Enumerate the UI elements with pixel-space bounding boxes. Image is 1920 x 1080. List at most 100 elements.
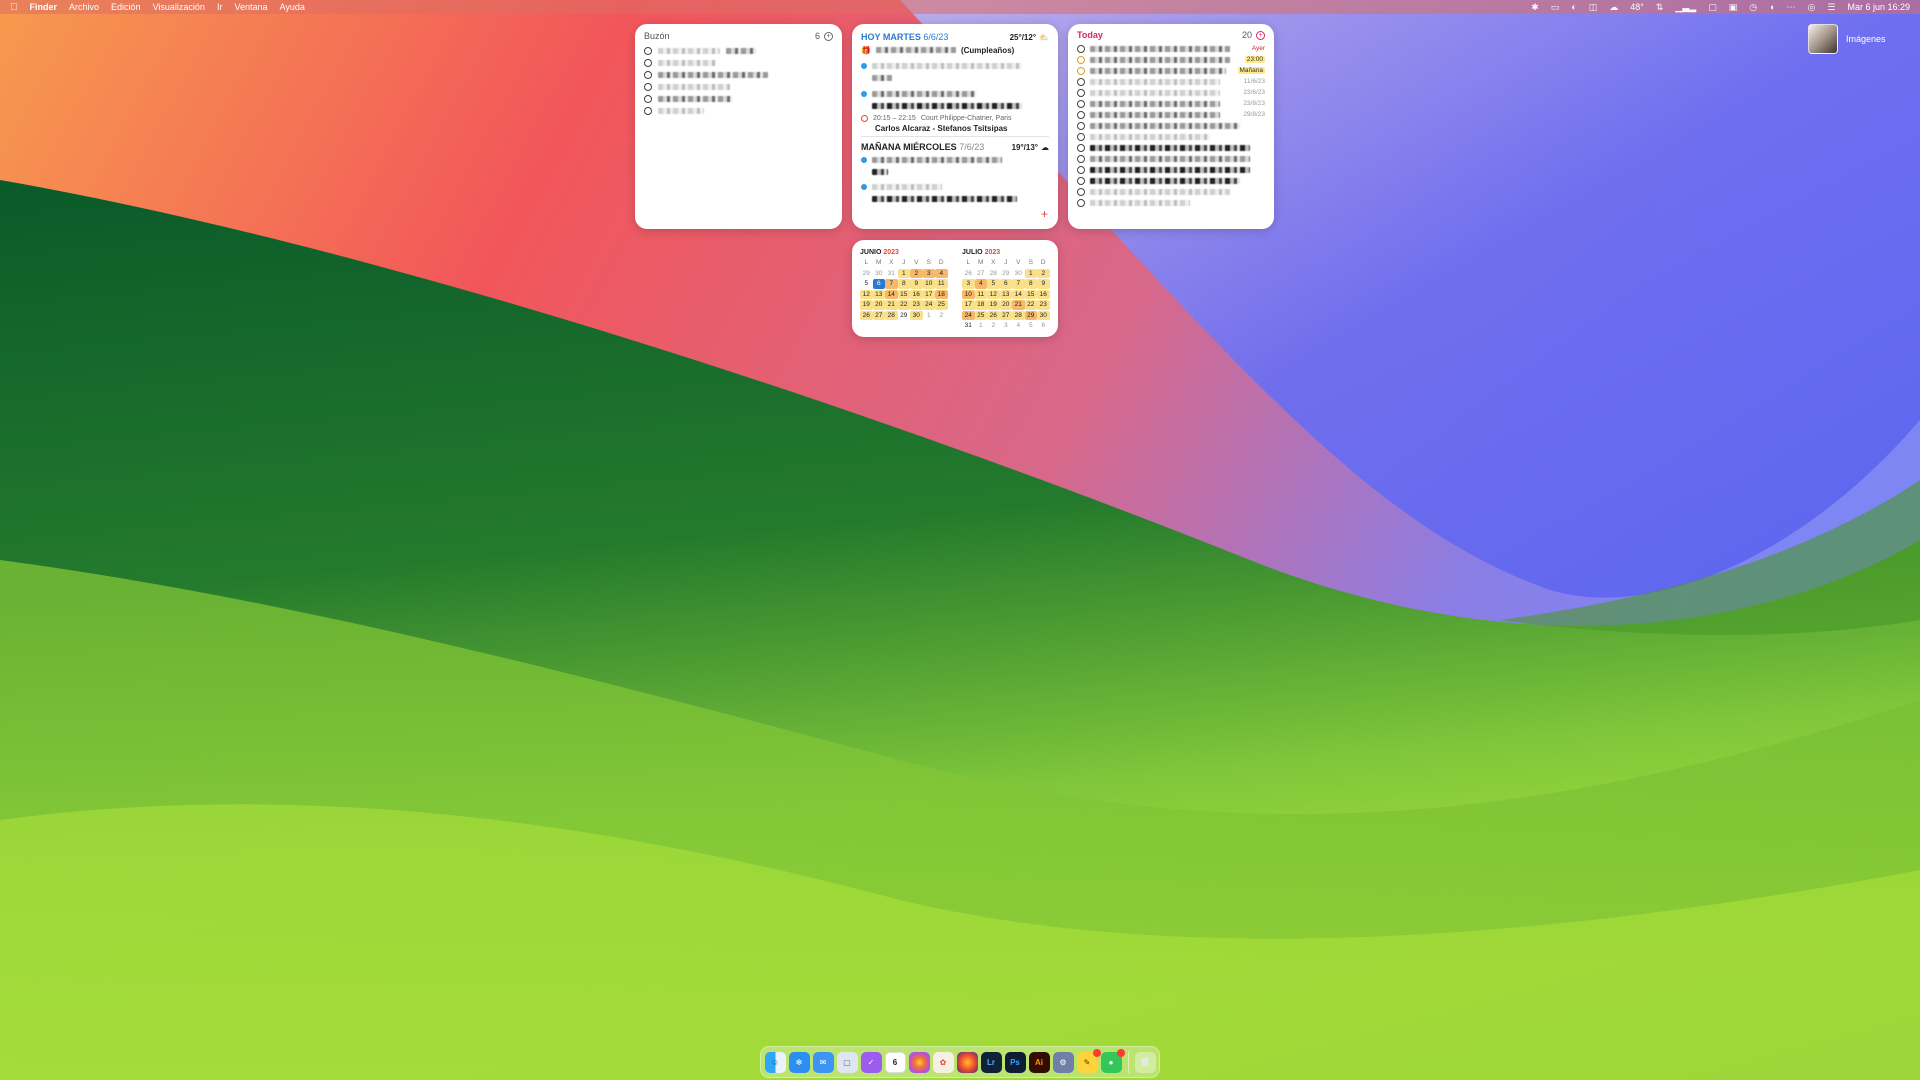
checkbox-circle-icon[interactable] [1077, 132, 1085, 141]
list-item[interactable]: Ayer [1077, 43, 1265, 54]
calendar-day[interactable]: 1 [897, 268, 910, 278]
calendar-day[interactable]: 1 [923, 311, 936, 321]
checkbox-circle-icon[interactable] [644, 47, 652, 55]
focus-icon[interactable]: ◐ [1571, 2, 1576, 12]
checkbox-circle-icon[interactable] [644, 95, 652, 103]
calendar-day[interactable]: 21 [1012, 300, 1025, 310]
list-item[interactable] [644, 69, 833, 81]
calendar-day[interactable]: 24 [922, 300, 935, 310]
calendar-day[interactable]: 2 [987, 321, 1000, 331]
safari-icon[interactable]: ✻ [788, 1051, 810, 1073]
bear-notes-icon[interactable]: ✿ [932, 1051, 954, 1073]
calendar-day[interactable]: 26 [860, 310, 873, 320]
checkbox-circle-icon[interactable] [1077, 176, 1085, 185]
checkbox-circle-icon[interactable] [1077, 66, 1085, 75]
today-add-icon[interactable]: + [1256, 30, 1265, 40]
calendar-day[interactable]: 11 [935, 279, 948, 289]
event-tennis-match[interactable]: 20:15 – 22:15 Court Philippe-Chatrier, P… [861, 112, 1049, 124]
calendar-app-icon[interactable]: 6 [884, 1051, 906, 1073]
checkbox-circle-icon[interactable] [1077, 143, 1085, 152]
calendar-day[interactable]: 1 [1024, 268, 1037, 278]
calendar-day[interactable]: 29 [1024, 310, 1037, 320]
list-item[interactable] [1077, 131, 1265, 142]
checkbox-circle-icon[interactable] [1077, 44, 1085, 53]
calendar-day[interactable]: 25 [974, 310, 987, 320]
checkbox-circle-icon[interactable] [1077, 187, 1085, 196]
calendar-day[interactable]: 19 [987, 300, 1000, 310]
calendar-day[interactable]: 9 [910, 279, 923, 289]
list-item[interactable] [1077, 142, 1265, 153]
calendar-day[interactable]: 5 [1025, 321, 1038, 331]
photoshop-icon[interactable]: Ps [1004, 1051, 1026, 1073]
calendar-day[interactable]: 22 [897, 300, 910, 310]
calendar-day[interactable]: 10 [962, 289, 975, 299]
calendar-day[interactable]: 2 [1037, 268, 1050, 278]
calendar-day[interactable]: 24 [962, 310, 975, 320]
checkbox-circle-icon[interactable] [1077, 121, 1085, 130]
event-item[interactable] [861, 181, 1049, 193]
list-item[interactable] [644, 93, 833, 105]
calendar-day[interactable]: 4 [935, 268, 948, 278]
calendar-day[interactable]: 18 [974, 300, 987, 310]
calendar-day[interactable]: 22 [1024, 300, 1037, 310]
calendar-day[interactable]: 26 [962, 269, 975, 279]
calendar-day[interactable]: 29 [860, 269, 873, 279]
calendar-day[interactable]: 31 [885, 269, 898, 279]
calendar-day[interactable]: 7 [885, 279, 898, 289]
list-item[interactable]: 29/8/23 [1077, 109, 1265, 120]
widget-buzon[interactable]: Buzón 6 + [635, 24, 842, 229]
lightroom-icon[interactable]: Lr [980, 1051, 1002, 1073]
list-item[interactable] [644, 45, 833, 57]
list-item[interactable] [644, 81, 833, 93]
calendar-day[interactable]: 16 [910, 289, 923, 299]
wifi-icon[interactable]: ◎ [1808, 2, 1816, 13]
checkbox-circle-icon[interactable] [1077, 99, 1085, 108]
calendar-day[interactable]: 13 [872, 289, 885, 299]
calendar-day[interactable]: 13 [999, 289, 1012, 299]
calendar-day[interactable]: 17 [922, 289, 935, 299]
tasks-app-icon[interactable]: ✓ [860, 1051, 882, 1073]
checkbox-circle-icon[interactable] [1077, 77, 1085, 86]
list-item[interactable]: 23/6/23 [1077, 87, 1265, 98]
calendar-day[interactable]: 30 [1012, 269, 1025, 279]
dictionary-icon[interactable]: ◖ [1769, 2, 1774, 12]
checkbox-circle-icon[interactable] [1077, 55, 1085, 64]
calendar-day[interactable]: 3 [1000, 321, 1013, 331]
bluetooth-icon[interactable]: ✱ [1531, 2, 1539, 13]
calendar-day[interactable]: 1 [975, 321, 988, 331]
calendar-day[interactable]: 27 [975, 269, 988, 279]
calendar-day[interactable]: 12 [987, 289, 1000, 299]
event-item[interactable] [861, 88, 1049, 100]
screen-mirroring-icon[interactable]: ▭ [1551, 2, 1560, 13]
calendar-day[interactable]: 15 [1024, 289, 1037, 299]
calendar-day[interactable]: 14 [885, 289, 898, 299]
calendar-day[interactable]: 30 [1037, 310, 1050, 320]
menubar-clock[interactable]: Mar 6 jun 16:29 [1847, 2, 1910, 12]
control-center-icon[interactable]: ☰ [1827, 2, 1835, 13]
list-item[interactable] [644, 57, 833, 69]
calendar-day[interactable]: 20 [872, 300, 885, 310]
calendar-day[interactable]: 15 [897, 289, 910, 299]
apple-menu-icon[interactable]:  [10, 2, 18, 13]
list-item[interactable]: 23:00 [1077, 54, 1265, 65]
firefox-icon[interactable] [956, 1051, 978, 1073]
checkbox-circle-icon[interactable] [644, 71, 652, 79]
checkbox-circle-icon[interactable] [1077, 154, 1085, 163]
calendar-day[interactable]: 20 [999, 300, 1012, 310]
desktop-folder-imagenes[interactable]: Imágenes [1808, 24, 1886, 54]
calendar-day[interactable]: 17 [962, 300, 975, 310]
calendar-day[interactable]: 19 [860, 300, 873, 310]
list-item[interactable] [644, 105, 833, 117]
calendar-day[interactable]: 5 [987, 279, 1000, 289]
calendar-day[interactable]: 11 [974, 289, 987, 299]
calendar-day[interactable]: 14 [1012, 289, 1025, 299]
buzon-add-icon[interactable]: + [824, 31, 833, 41]
network-stats-icon[interactable]: ⇅ [1656, 2, 1664, 13]
calendar-day[interactable]: 30 [873, 269, 886, 279]
event-item[interactable] [861, 60, 1049, 72]
calendar-day[interactable]: 27 [999, 310, 1012, 320]
list-item[interactable] [1077, 153, 1265, 164]
system-settings-icon[interactable]: ⚙ [1052, 1051, 1074, 1073]
menu-ir[interactable]: Ir [217, 2, 223, 12]
calendar-day[interactable]: 28 [987, 269, 1000, 279]
